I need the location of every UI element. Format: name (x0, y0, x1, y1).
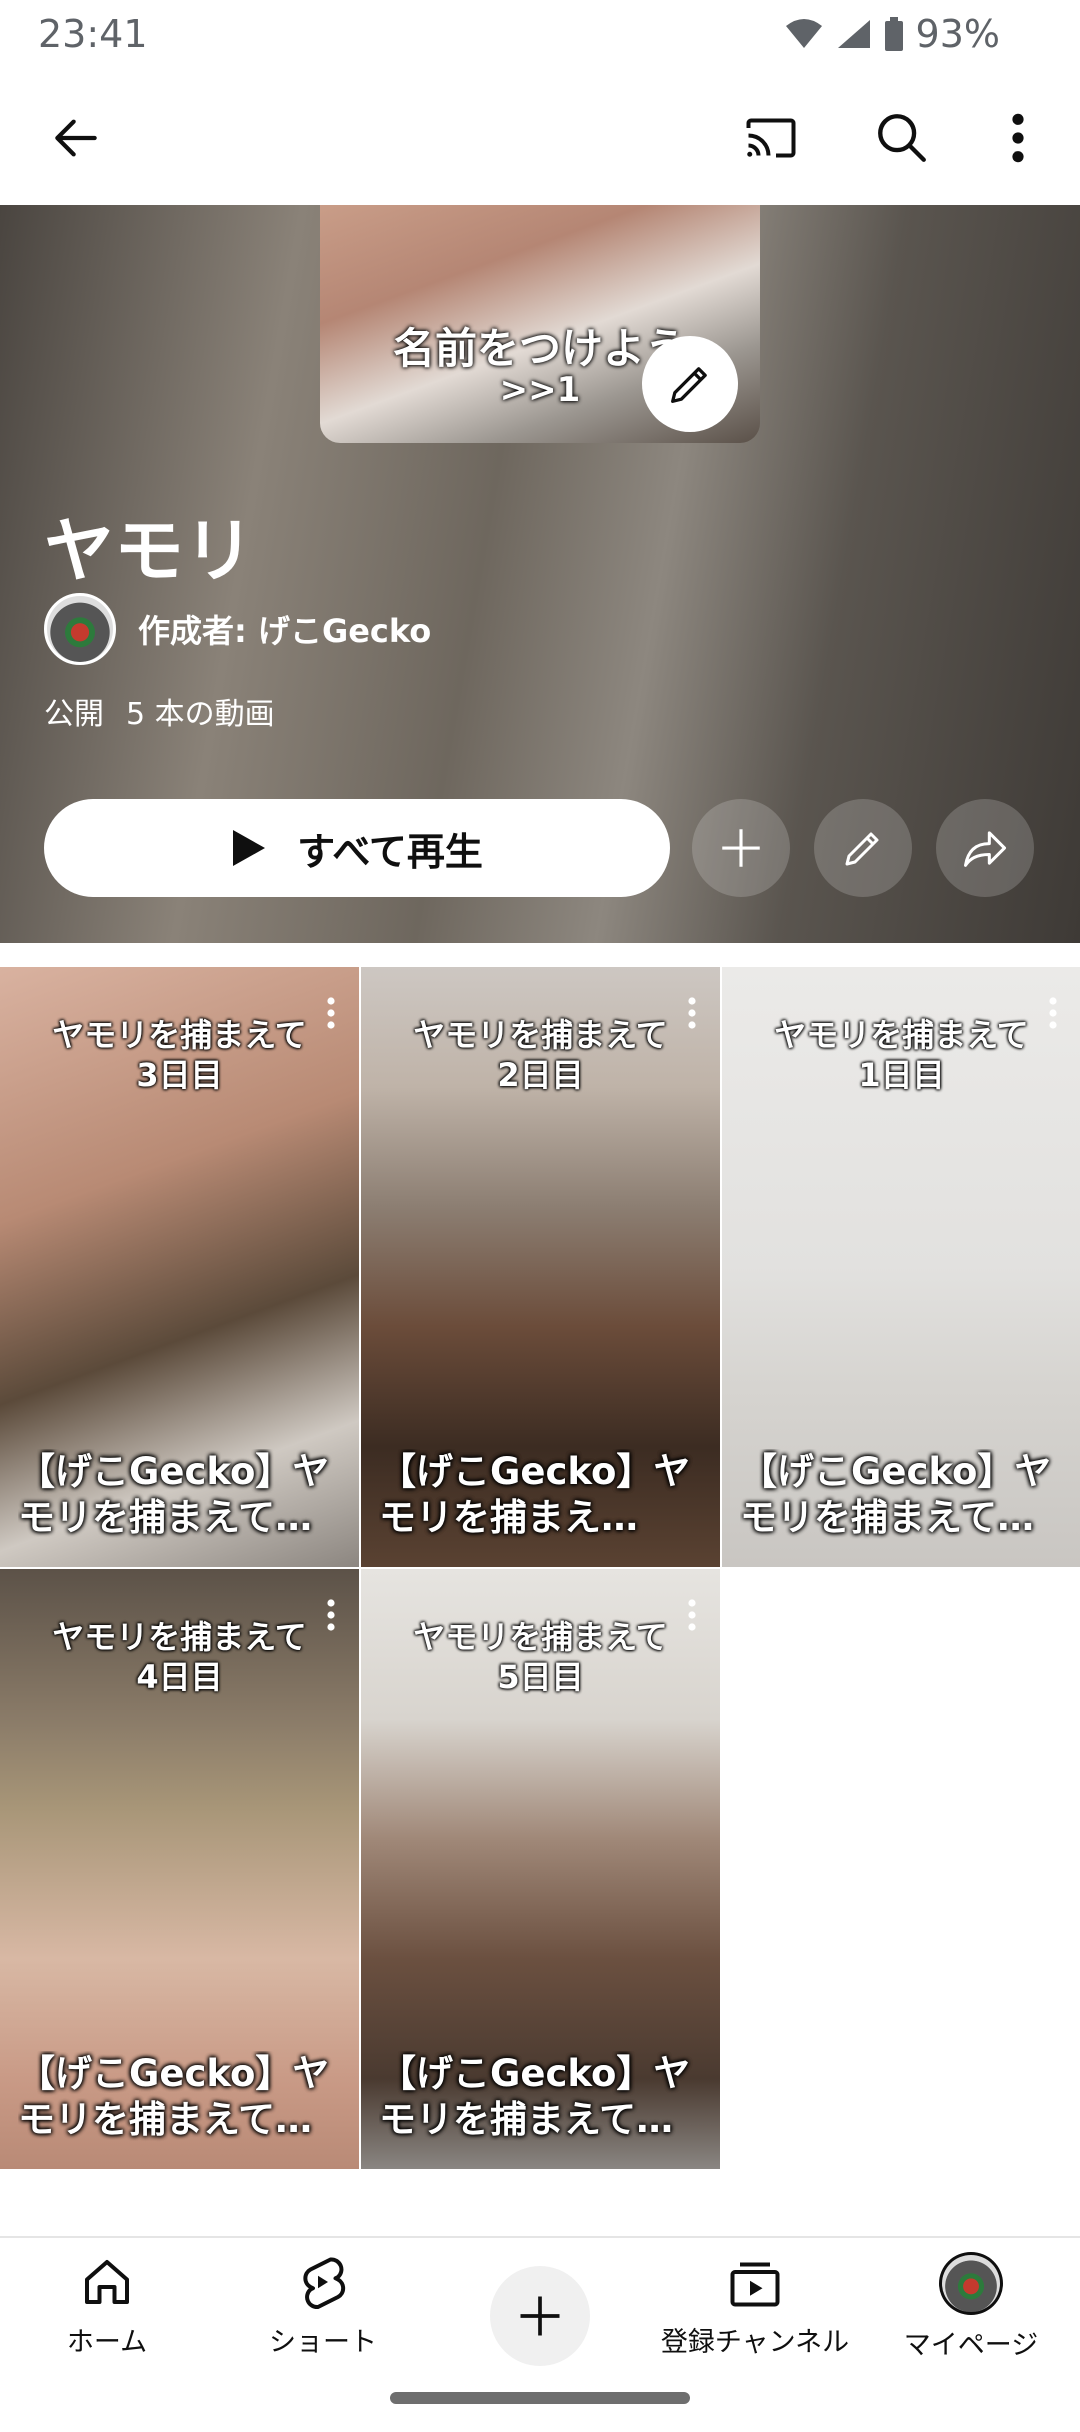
pencil-icon (671, 367, 707, 403)
nav-shorts[interactable]: ショート (228, 2252, 418, 2362)
share-button[interactable] (936, 799, 1034, 897)
status-icons: 93% (784, 12, 1000, 56)
nav-subscriptions[interactable]: 登録チャンネル (660, 2252, 850, 2362)
signal-icon (836, 18, 872, 50)
battery-icon (884, 17, 904, 51)
owner-label[interactable]: 作成者: げこGecko (138, 606, 431, 652)
video-caption: ヤモリを捕まえて 4日目 (52, 1618, 307, 1696)
pencil-icon (845, 832, 879, 866)
video-caption: ヤモリを捕まえて 2日目 (413, 1016, 668, 1094)
video-count: 5 本の動画 (126, 697, 275, 732)
more-vert-icon[interactable] (686, 995, 698, 1031)
more-vert-icon[interactable] (982, 102, 1054, 174)
playlist-title: ヤモリ (44, 510, 254, 592)
cast-icon[interactable] (735, 102, 807, 174)
status-time: 23:41 (38, 12, 148, 56)
video-tile[interactable]: ヤモリを捕まえて 1日目 【げこGecko】ヤモリを捕まえて… (722, 967, 1080, 1567)
video-tile[interactable]: ヤモリを捕まえて 5日目 【げこGecko】ヤモリを捕まえて… (361, 1569, 720, 2169)
playlist-meta: 公開 5 本の動画 (44, 689, 275, 733)
nav-mypage[interactable]: マイページ (876, 2252, 1066, 2362)
video-tile[interactable]: ヤモリを捕まえて 4日目 【げこGecko】ヤモリを捕まえて… (0, 1569, 359, 2169)
nav-home-label: ホーム (66, 2327, 148, 2358)
mypage-avatar (939, 2252, 1003, 2315)
play-all-button[interactable]: すべて再生 (44, 799, 670, 897)
battery-percent: 93% (915, 12, 1000, 56)
more-vert-icon[interactable] (1047, 995, 1059, 1031)
video-title: 【げこGecko】ヤモリを捕まえて… (740, 1450, 1052, 1539)
more-vert-icon[interactable] (686, 1597, 698, 1633)
video-title: 【げこGecko】ヤモリを捕まえて… (379, 2052, 691, 2141)
video-tile[interactable]: ヤモリを捕まえて 3日目 【げこGecko】ヤモリを捕まえて… (0, 967, 359, 1567)
video-title: 【げこGecko】ヤモリを捕まえて… (18, 1450, 330, 1539)
shorts-icon (303, 2257, 346, 2310)
owner-row[interactable]: 作成者: げこGecko (44, 593, 431, 665)
app-bar (0, 70, 1080, 205)
visibility-label: 公開 (44, 697, 104, 732)
nav-subscriptions-label: 登録チャンネル (660, 2327, 850, 2358)
nav-shorts-label: ショート (269, 2327, 377, 2358)
search-icon[interactable] (866, 102, 938, 174)
video-title: 【げこGecko】ヤモリを捕まえ… (379, 1450, 691, 1539)
play-all-label: すべて再生 (297, 829, 483, 874)
edit-thumbnail-button[interactable] (642, 336, 738, 432)
wifi-icon (784, 18, 824, 50)
playlist-header: 名前をつけよう >>1 ヤモリ 作成者: げこGecko 公開 5 本の動画 す… (0, 205, 1080, 943)
plus-icon (520, 2296, 560, 2336)
share-icon (963, 831, 1007, 867)
plus-icon (722, 829, 760, 867)
edit-playlist-button[interactable] (814, 799, 912, 897)
add-button[interactable] (692, 799, 790, 897)
back-arrow-icon[interactable] (40, 102, 112, 174)
home-indicator[interactable] (390, 2392, 690, 2404)
play-icon (233, 830, 266, 866)
home-icon (85, 2260, 129, 2304)
nav-home[interactable]: ホーム (12, 2252, 202, 2362)
video-tile[interactable]: ヤモリを捕まえて 2日目 【げこGecko】ヤモリを捕まえ… (361, 967, 720, 1567)
create-button[interactable] (490, 2266, 590, 2366)
status-bar: 23:41 93% (0, 0, 1080, 70)
video-caption: ヤモリを捕まえて 1日目 (774, 1016, 1029, 1094)
more-vert-icon[interactable] (325, 1597, 337, 1633)
more-vert-icon[interactable] (325, 995, 337, 1031)
subscriptions-icon (730, 2262, 780, 2307)
video-caption: ヤモリを捕まえて 3日目 (52, 1016, 307, 1094)
nav-mypage-label: マイページ (903, 2330, 1039, 2361)
video-title: 【げこGecko】ヤモリを捕まえて… (18, 2052, 330, 2141)
owner-avatar[interactable] (44, 593, 116, 665)
video-caption: ヤモリを捕まえて 5日目 (413, 1618, 668, 1696)
